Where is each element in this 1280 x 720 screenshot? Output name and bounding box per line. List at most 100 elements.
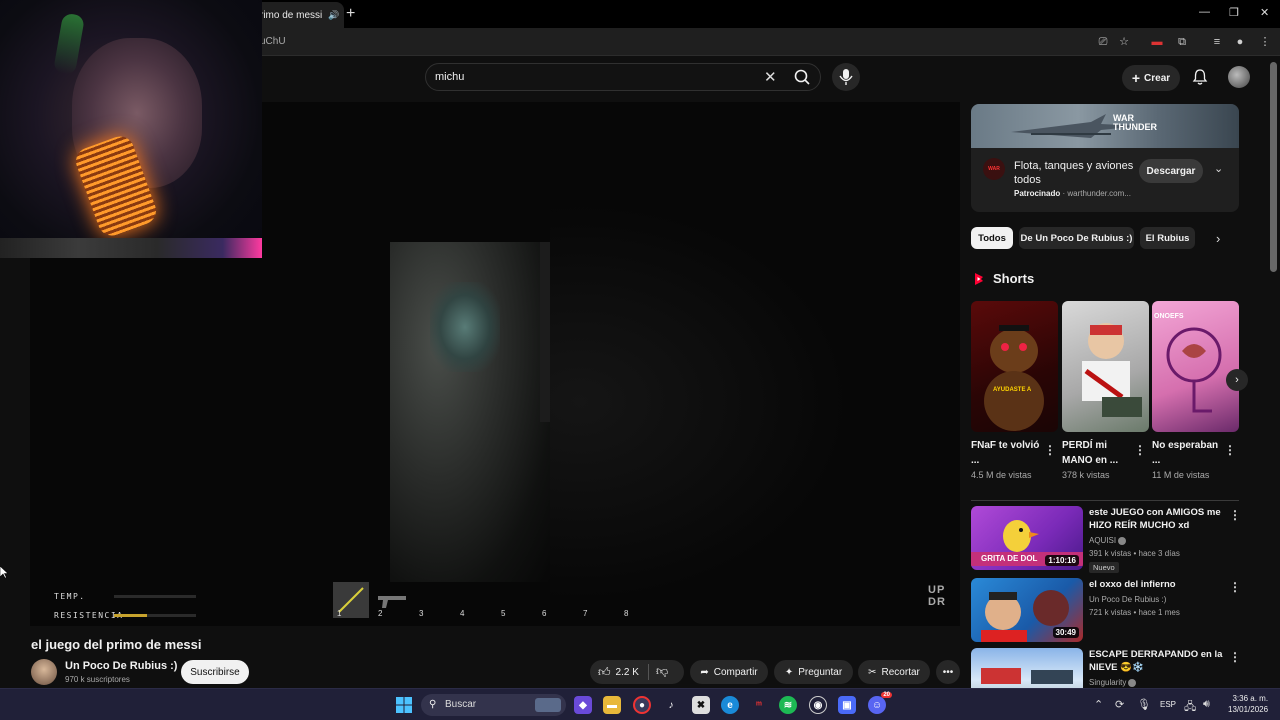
window-close-icon[interactable]: ✕: [1260, 6, 1269, 19]
new-tab-button[interactable]: +: [346, 5, 355, 23]
verified-badge-icon: [1128, 678, 1137, 687]
ad-download-button[interactable]: Descargar: [1139, 159, 1203, 183]
webcam-overlay: [0, 0, 262, 258]
page-scrollbar[interactable]: [1270, 62, 1277, 272]
maximize-icon[interactable]: ❐: [1229, 6, 1239, 19]
sponsored-ad-card[interactable]: WAR THUNDER WAR Flota, tanques y aviones …: [971, 104, 1239, 212]
video-thumbnail[interactable]: [971, 648, 1083, 688]
app-window-icon[interactable]: ▣: [838, 696, 856, 714]
shorts-section-title: Shorts: [993, 271, 1035, 286]
video-meta: 721 k vistas • hace 1 mes: [1089, 608, 1180, 617]
file-explorer-icon[interactable]: ▬: [603, 696, 621, 714]
video-menu-icon[interactable]: ⋮: [1229, 508, 1241, 522]
clip-button[interactable]: ✂ Recortar: [858, 660, 930, 684]
recommended-video[interactable]: ESCAPE DERRAPANDO en la NIEVE 😎❄️ Singul…: [971, 648, 1239, 688]
copilot-icon[interactable]: ◆: [574, 696, 592, 714]
channel-name[interactable]: Singularity: [1089, 678, 1137, 687]
clip-label: Recortar: [881, 666, 920, 678]
subscribe-button[interactable]: Suscribirse: [181, 660, 249, 684]
taskbar-search[interactable]: ⚲ Buscar: [421, 694, 566, 716]
short-views: 11 M de vistas: [1152, 470, 1210, 480]
character-with-hand-image: [1082, 323, 1142, 417]
clock-date: 13/01/2026: [1228, 705, 1269, 714]
chevron-down-icon[interactable]: ⌄: [1214, 162, 1223, 175]
ask-button[interactable]: ✦ Preguntar: [774, 660, 853, 684]
cast-icon[interactable]: ⎚: [1096, 35, 1110, 49]
video-thumbnail[interactable]: 30:49: [971, 578, 1083, 642]
bookmark-star-icon[interactable]: ☆: [1117, 35, 1131, 49]
network-icon[interactable]: 🖧︎: [1184, 698, 1196, 717]
shorts-icon: [975, 273, 983, 285]
short-menu-icon[interactable]: ⋮: [1224, 443, 1236, 457]
short-thumbnail[interactable]: ONOEFS: [1152, 301, 1239, 432]
extensions-icon[interactable]: ⧉: [1175, 35, 1189, 49]
spotify-icon[interactable]: ≋: [779, 696, 797, 714]
url-text[interactable]: uChU: [260, 36, 286, 47]
dislike-button[interactable]: 👎︎: [656, 664, 668, 679]
video-title[interactable]: ESCAPE DERRAPANDO en la NIEVE 😎❄️: [1089, 648, 1223, 674]
account-avatar[interactable]: [1228, 66, 1250, 88]
ad-title[interactable]: Flota, tanques y aviones todos: [1014, 159, 1134, 187]
tray-overflow-icon[interactable]: ⌃: [1094, 698, 1103, 711]
search-box[interactable]: michu ✕: [425, 63, 821, 91]
extension-red-icon[interactable]: ▬: [1150, 35, 1164, 49]
capcut-icon[interactable]: ✖: [692, 696, 710, 714]
short-title[interactable]: PERDÍ mi MANO en ...: [1062, 438, 1132, 468]
chip-el-rubius[interactable]: El Rubius: [1140, 227, 1195, 249]
short-thumbnail[interactable]: AYUDASTE A: [971, 301, 1058, 432]
video-title[interactable]: el oxxo del infierno: [1089, 578, 1223, 591]
search-button[interactable]: [786, 64, 822, 90]
system-clock[interactable]: 3:36 a. m. 13/01/2026: [1228, 693, 1268, 715]
video-menu-icon[interactable]: ⋮: [1229, 650, 1239, 664]
channel-name[interactable]: Un Poco De Rubius :): [1089, 595, 1166, 604]
create-button[interactable]: + Crear: [1122, 65, 1180, 91]
tiktok-icon[interactable]: ♪: [662, 696, 680, 714]
chip-channel[interactable]: De Un Poco De Rubius :): [1019, 227, 1134, 249]
ad-banner-image[interactable]: WAR THUNDER: [971, 104, 1239, 148]
sponsored-label: Patrocinado: [1014, 189, 1061, 198]
channel-name[interactable]: AQUISI: [1089, 536, 1127, 545]
volume-icon[interactable]: 🔊︎: [1203, 698, 1210, 711]
share-label: Compartir: [713, 666, 758, 678]
like-button[interactable]: 👍︎ 2.2 K: [598, 665, 639, 680]
video-title: el juego del primo de messi: [31, 637, 202, 652]
windows-start-icon[interactable]: [396, 697, 412, 713]
chip-all[interactable]: Todos: [971, 227, 1013, 249]
media-control-icon[interactable]: ≡: [1210, 35, 1224, 49]
share-button[interactable]: ➦ Compartir: [690, 660, 768, 684]
short-title[interactable]: FNaF te volvió ...: [971, 438, 1041, 468]
short-menu-icon[interactable]: ⋮: [1044, 443, 1056, 457]
channel-name[interactable]: Un Poco De Rubius :): [65, 660, 177, 672]
chevron-right-icon: ›: [1235, 374, 1239, 386]
video-menu-icon[interactable]: ⋮: [1229, 580, 1241, 594]
sync-icon[interactable]: ⟳: [1115, 698, 1124, 711]
more-actions-button[interactable]: •••: [936, 660, 960, 684]
browser-menu-icon[interactable]: ⋮: [1258, 35, 1272, 49]
recommended-video[interactable]: GRITA DE DOL 1:10:16 este JUEGO con AMIG…: [971, 506, 1241, 573]
minimize-icon[interactable]: —: [1199, 6, 1210, 18]
speaker-icon[interactable]: 🔊: [328, 10, 339, 21]
search-input[interactable]: michu: [435, 71, 464, 83]
profile-icon[interactable]: ●: [1233, 35, 1247, 49]
short-thumbnail[interactable]: [1062, 301, 1149, 432]
chrome-icon[interactable]: ●: [633, 696, 651, 714]
video-title[interactable]: este JUEGO con AMIGOS me HIZO REÍR MUCHO…: [1089, 506, 1223, 532]
voice-search-button[interactable]: [832, 63, 860, 91]
channel-avatar[interactable]: [31, 659, 57, 685]
recommended-video[interactable]: 30:49 el oxxo del infierno Un Poco De Ru…: [971, 578, 1241, 642]
short-title[interactable]: No esperaban ...: [1152, 438, 1222, 468]
app-icon[interactable]: ᵐ: [750, 696, 768, 714]
snow-car-image: [981, 668, 1073, 684]
clear-search-icon[interactable]: ✕: [764, 68, 777, 86]
chips-next-chevron-icon[interactable]: ›: [1216, 231, 1220, 246]
notifications-bell-icon[interactable]: [1191, 68, 1209, 86]
shorts-next-button[interactable]: ›: [1226, 369, 1248, 391]
microphone-tray-icon[interactable]: 🎙︎: [1137, 698, 1151, 711]
discord-icon[interactable]: ☺ 20: [868, 692, 892, 714]
browser-tab[interactable]: rimo de messi 🔊 ✕: [252, 2, 344, 28]
edge-icon[interactable]: e: [721, 696, 739, 714]
language-indicator[interactable]: ESP: [1160, 700, 1176, 709]
obs-icon[interactable]: ◉: [809, 696, 827, 714]
short-menu-icon[interactable]: ⋮: [1134, 443, 1146, 457]
video-thumbnail[interactable]: GRITA DE DOL 1:10:16: [971, 506, 1083, 570]
